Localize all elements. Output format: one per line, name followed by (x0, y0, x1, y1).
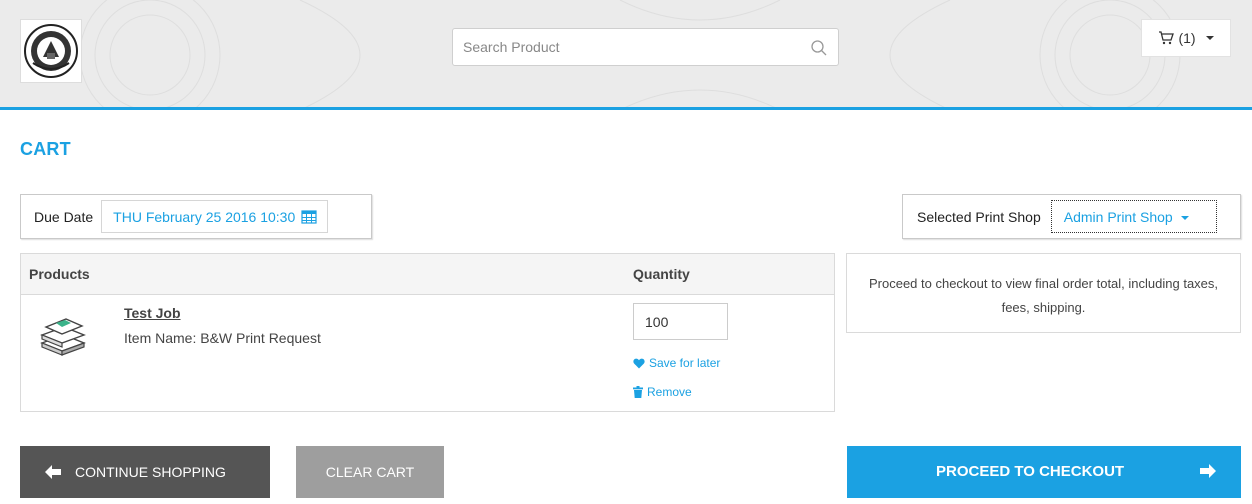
print-shop-select[interactable]: Admin Print Shop (1050, 200, 1217, 233)
due-date-value: THU February 25 2016 10:30 (113, 208, 296, 225)
table-row: Test Job Item Name: B&W Print Request Sa… (21, 295, 834, 411)
product-name-link[interactable]: Test Job (124, 305, 181, 321)
search-box (452, 28, 839, 66)
chevron-down-icon (1180, 216, 1189, 220)
product-item-name: Item Name: B&W Print Request (124, 330, 321, 346)
products-column-header: Products (29, 266, 90, 282)
clear-cart-button[interactable]: CLEAR CART (296, 446, 444, 498)
cart-dropdown-button[interactable]: (1) (1141, 19, 1231, 57)
quantity-input[interactable] (633, 303, 728, 340)
cart-count: (1) (1178, 30, 1196, 46)
page-title: CART (20, 139, 71, 159)
quantity-column-header: Quantity (633, 266, 690, 282)
proceed-to-checkout-button[interactable]: PROCEED TO CHECKOUT (847, 446, 1241, 498)
cart-icon (1159, 31, 1175, 45)
due-date-label: Due Date (34, 208, 94, 225)
remove-label: Remove (647, 385, 692, 399)
arrow-right-icon (1200, 464, 1216, 478)
print-shop-label: Selected Print Shop (917, 208, 1041, 225)
save-for-later-label: Save for later (649, 356, 721, 370)
save-for-later-link[interactable]: Save for later (633, 356, 720, 370)
products-table: Products Quantity Test Job Item Name: B&… (20, 253, 835, 412)
continue-shopping-button[interactable]: CONTINUE SHOPPING (20, 446, 270, 498)
arrow-left-icon (45, 465, 61, 479)
proceed-to-checkout-label: PROCEED TO CHECKOUT (936, 463, 1125, 480)
clear-cart-label: CLEAR CART (325, 464, 415, 480)
search-icon[interactable] (810, 39, 828, 57)
heart-icon (633, 358, 645, 368)
trash-icon (633, 386, 643, 398)
print-shop-value: Admin Print Shop (1063, 208, 1173, 225)
calendar-icon (301, 209, 317, 224)
continue-shopping-label: CONTINUE SHOPPING (75, 464, 226, 480)
products-table-header: Products Quantity (21, 254, 834, 295)
seal-logo-icon (24, 24, 78, 78)
print-shop-box: Selected Print Shop Admin Print Shop (902, 194, 1241, 239)
due-date-box: Due Date THU February 25 2016 10:30 (20, 194, 372, 239)
remove-link[interactable]: Remove (633, 385, 692, 399)
checkout-summary-note: Proceed to checkout to view final order … (846, 253, 1241, 333)
due-date-picker[interactable]: THU February 25 2016 10:30 (101, 200, 329, 233)
site-header: (1) (0, 0, 1252, 110)
chevron-down-icon (1205, 36, 1214, 40)
site-logo[interactable] (20, 19, 82, 83)
print-stack-icon (40, 318, 86, 356)
search-input[interactable] (453, 29, 793, 65)
